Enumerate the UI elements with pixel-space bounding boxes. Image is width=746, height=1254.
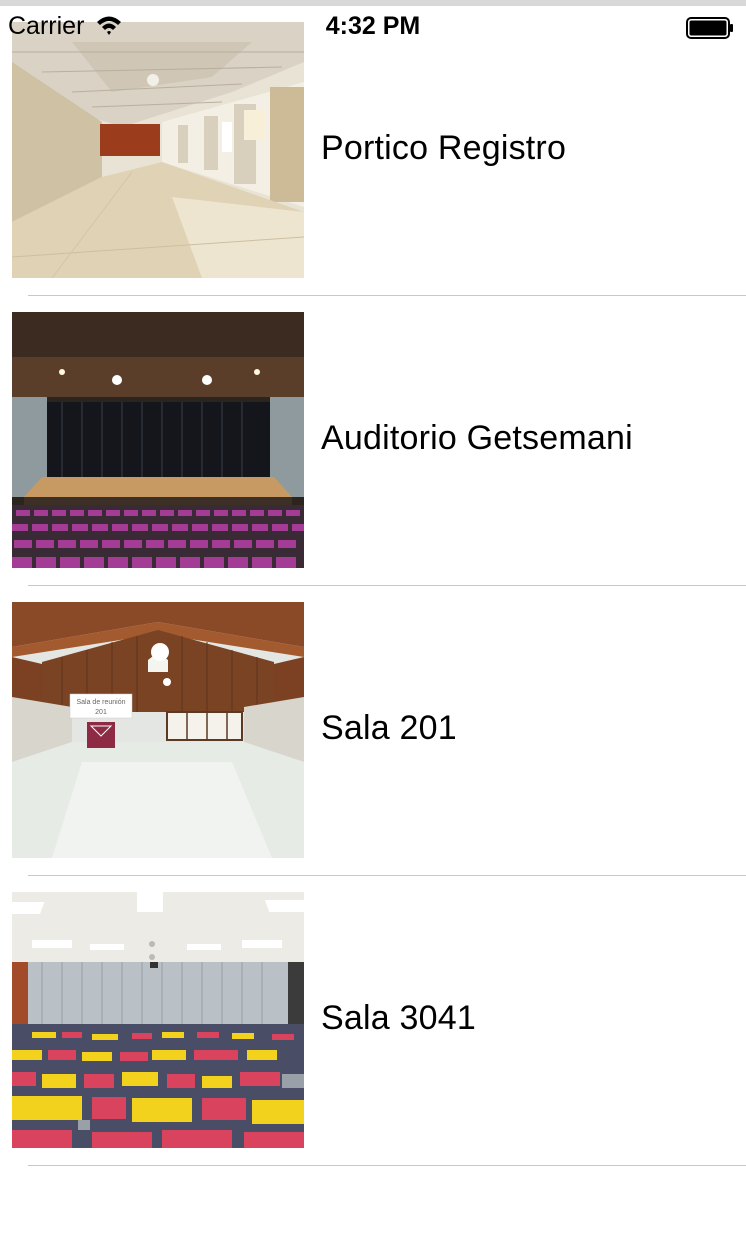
- auditorium-stage-photo: [12, 312, 304, 568]
- room-name: Sala 201: [321, 709, 457, 747]
- room-row-auditorio-getsemani[interactable]: Auditorio Getsemani: [0, 290, 746, 586]
- row-separator: [28, 1165, 746, 1166]
- room-name: Sala 3041: [321, 999, 476, 1037]
- status-bar: Carrier 4:32 PM: [0, 6, 746, 46]
- room-name: Auditorio Getsemani: [321, 419, 633, 457]
- room-thumbnail: Sala de reunión 201: [12, 602, 304, 858]
- sign-text-line2: 201: [95, 709, 107, 716]
- room-row-sala-3041[interactable]: Sala 3041: [0, 870, 746, 1166]
- room-thumbnail: [12, 312, 304, 568]
- wooden-hall-photo: Sala de reunión 201: [12, 602, 304, 858]
- room-row-sala-201[interactable]: Sala de reunión 201 Sala 201: [0, 580, 746, 876]
- room-thumbnail: [12, 22, 304, 278]
- carpeted-conference-room-photo: [12, 892, 304, 1148]
- battery-icon: [686, 17, 734, 39]
- clock: 4:32 PM: [325, 12, 421, 40]
- sign-text-line1: Sala de reunión: [76, 699, 125, 706]
- room-name: Portico Registro: [321, 129, 567, 167]
- portico-corridor-photo: [12, 22, 304, 278]
- room-thumbnail: [12, 892, 304, 1148]
